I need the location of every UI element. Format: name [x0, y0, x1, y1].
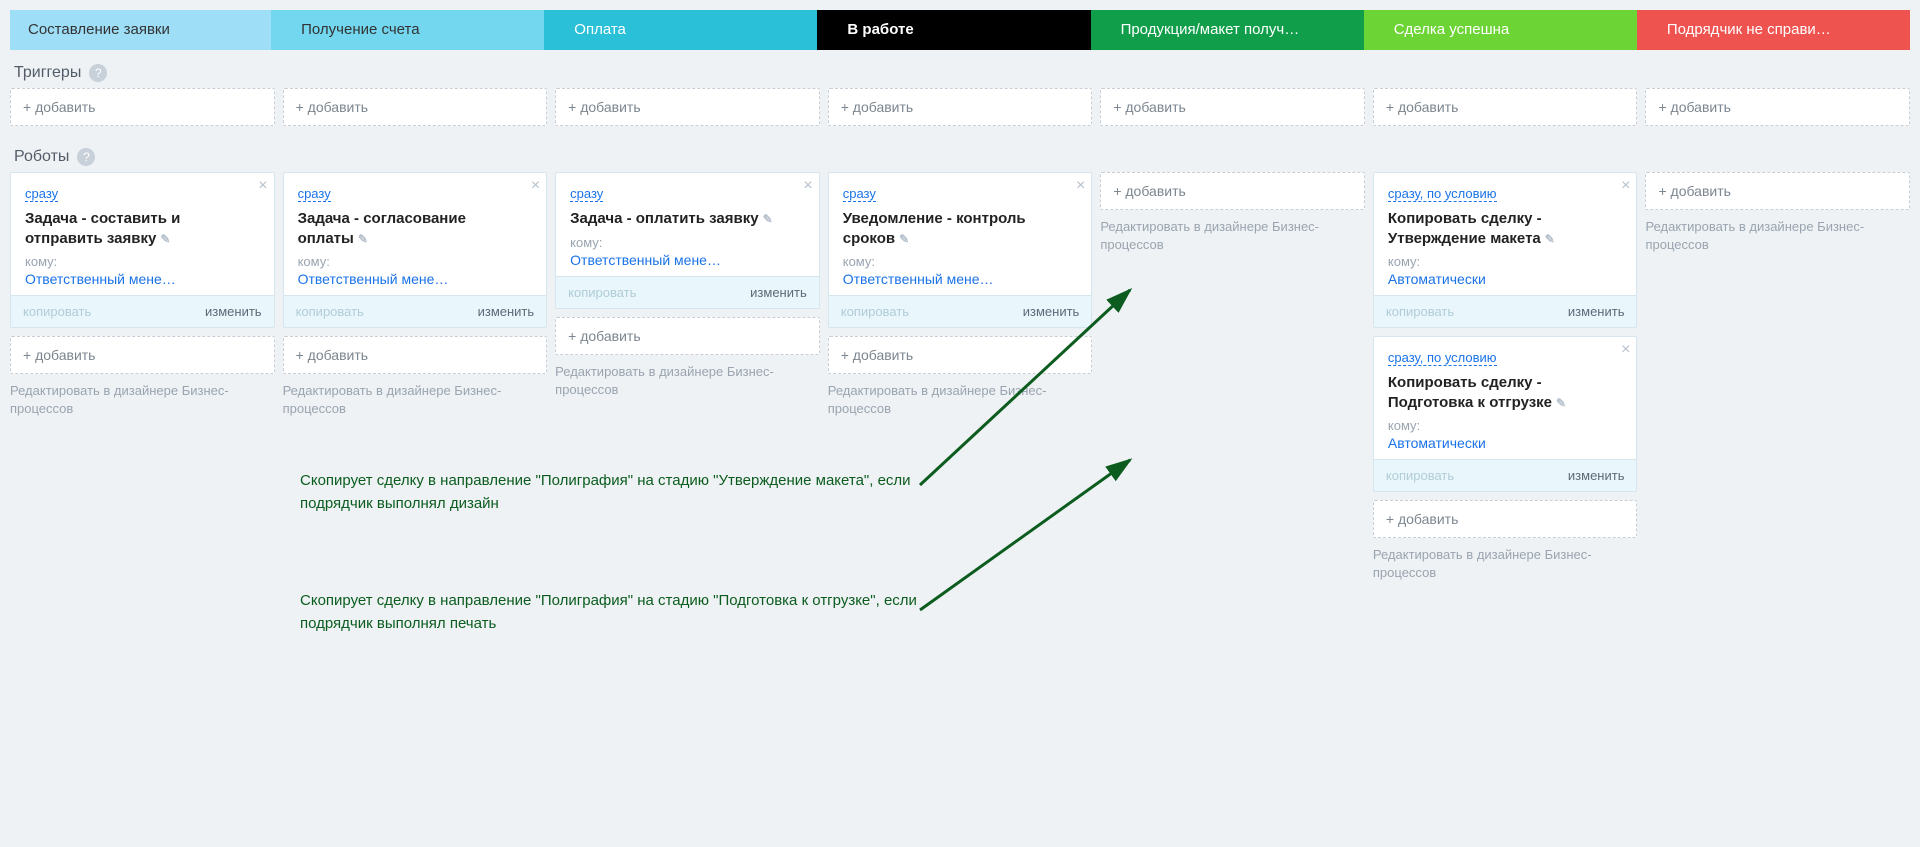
robot-card[interactable]: × сразу Задача - составить и отправить з…	[10, 172, 275, 328]
bp-designer-link[interactable]: Редактировать в дизайнере Бизнес-процесс…	[1100, 218, 1365, 254]
whom-label: кому:	[25, 254, 260, 269]
bp-designer-link[interactable]: Редактировать в дизайнере Бизнес-процесс…	[1645, 218, 1910, 254]
change-link[interactable]: изменить	[1568, 304, 1625, 319]
add-button[interactable]: + добавить	[283, 336, 548, 374]
assignee-link[interactable]: Ответственный мене…	[570, 252, 805, 268]
copy-link[interactable]: копировать	[841, 304, 909, 319]
add-button[interactable]: + добавить	[1100, 88, 1365, 126]
stage[interactable]: Получение счета	[271, 10, 544, 50]
bp-designer-link[interactable]: Редактировать в дизайнере Бизнес-процесс…	[555, 363, 820, 399]
assignee-link[interactable]: Автоматически	[1388, 435, 1623, 451]
assignee-link[interactable]: Ответственный мене…	[843, 271, 1078, 287]
robot-card[interactable]: × сразу Уведомление - контроль сроков✎ к…	[828, 172, 1093, 328]
whom-label: кому:	[570, 235, 805, 250]
add-button[interactable]: + добавить	[1645, 88, 1910, 126]
add-button[interactable]: + добавить	[1645, 172, 1910, 210]
trigger-link[interactable]: сразу, по условию	[1388, 186, 1497, 202]
whom-label: кому:	[843, 254, 1078, 269]
close-icon[interactable]: ×	[803, 177, 812, 195]
add-button[interactable]: + добавить	[10, 336, 275, 374]
annotation-text: Скопирует сделку в направление "Полиграф…	[300, 590, 940, 635]
assignee-link[interactable]: Ответственный мене…	[25, 271, 260, 287]
trigger-link[interactable]: сразу	[25, 186, 58, 202]
pencil-icon[interactable]: ✎	[1556, 396, 1566, 410]
card-title: Задача - оплатить заявку✎	[570, 209, 805, 229]
add-button[interactable]: + добавить	[1373, 88, 1638, 126]
pencil-icon[interactable]: ✎	[763, 212, 773, 226]
trigger-link[interactable]: сразу	[843, 186, 876, 202]
robot-card[interactable]: × сразу Задача - оплатить заявку✎ кому: …	[555, 172, 820, 309]
add-button[interactable]: + добавить	[555, 88, 820, 126]
close-icon[interactable]: ×	[1621, 177, 1630, 195]
stage[interactable]: Составление заявки	[10, 10, 271, 50]
add-button[interactable]: + добавить	[10, 88, 275, 126]
add-button[interactable]: + добавить	[555, 317, 820, 355]
whom-label: кому:	[1388, 418, 1623, 433]
assignee-link[interactable]: Ответственный мене…	[298, 271, 533, 287]
add-button[interactable]: + добавить	[1373, 500, 1638, 538]
trigger-link[interactable]: сразу, по условию	[1388, 350, 1497, 366]
robots-cols: × сразу Задача - составить и отправить з…	[0, 172, 1920, 582]
card-title: Копировать сделку - Подготовка к отгрузк…	[1388, 373, 1623, 412]
robot-card[interactable]: × сразу, по условию Копировать сделку - …	[1373, 172, 1638, 328]
pencil-icon[interactable]: ✎	[899, 232, 909, 246]
copy-link[interactable]: копировать	[568, 285, 636, 300]
bp-designer-link[interactable]: Редактировать в дизайнере Бизнес-процесс…	[283, 382, 548, 418]
close-icon[interactable]: ×	[1076, 177, 1085, 195]
pencil-icon[interactable]: ✎	[1545, 232, 1555, 246]
help-icon[interactable]: ?	[77, 148, 95, 166]
copy-link[interactable]: копировать	[1386, 468, 1454, 483]
card-title: Задача - согласование оплаты✎	[298, 209, 533, 248]
whom-label: кому:	[1388, 254, 1623, 269]
copy-link[interactable]: копировать	[23, 304, 91, 319]
stage[interactable]: Оплата	[544, 10, 817, 50]
trigger-link[interactable]: сразу	[298, 186, 331, 202]
add-button[interactable]: + добавить	[828, 88, 1093, 126]
card-title: Уведомление - контроль сроков✎	[843, 209, 1078, 248]
add-button[interactable]: + добавить	[828, 336, 1093, 374]
add-button[interactable]: + добавить	[1100, 172, 1365, 210]
stage[interactable]: В работе	[817, 10, 1090, 50]
change-link[interactable]: изменить	[205, 304, 262, 319]
bp-designer-link[interactable]: Редактировать в дизайнере Бизнес-процесс…	[10, 382, 275, 418]
close-icon[interactable]: ×	[1621, 341, 1630, 359]
close-icon[interactable]: ×	[531, 177, 540, 195]
robots-header: Роботы ?	[0, 134, 1920, 172]
triggers-header: Триггеры ?	[0, 50, 1920, 88]
help-icon[interactable]: ?	[89, 64, 107, 82]
whom-label: кому:	[298, 254, 533, 269]
stage[interactable]: Сделка успешна	[1364, 10, 1637, 50]
card-title: Копировать сделку - Утверждение макета✎	[1388, 209, 1623, 248]
robot-card[interactable]: × сразу Задача - согласование оплаты✎ ко…	[283, 172, 548, 328]
change-link[interactable]: изменить	[1568, 468, 1625, 483]
assignee-link[interactable]: Автоматически	[1388, 271, 1623, 287]
change-link[interactable]: изменить	[750, 285, 807, 300]
triggers-cols: + добавить+ добавить+ добавить+ добавить…	[0, 88, 1920, 134]
pencil-icon[interactable]: ✎	[160, 232, 170, 246]
card-title: Задача - составить и отправить заявку✎	[25, 209, 260, 248]
add-button[interactable]: + добавить	[283, 88, 548, 126]
stages-row: Составление заявкиПолучение счетаОплатаВ…	[0, 0, 1920, 50]
stage[interactable]: Подрядчик не справи…	[1637, 10, 1910, 50]
pencil-icon[interactable]: ✎	[358, 232, 368, 246]
change-link[interactable]: изменить	[478, 304, 535, 319]
copy-link[interactable]: копировать	[1386, 304, 1454, 319]
copy-link[interactable]: копировать	[296, 304, 364, 319]
robot-card[interactable]: × сразу, по условию Копировать сделку - …	[1373, 336, 1638, 492]
bp-designer-link[interactable]: Редактировать в дизайнере Бизнес-процесс…	[1373, 546, 1638, 582]
stage[interactable]: Продукция/макет получ…	[1091, 10, 1364, 50]
trigger-link[interactable]: сразу	[570, 186, 603, 202]
close-icon[interactable]: ×	[258, 177, 267, 195]
change-link[interactable]: изменить	[1023, 304, 1080, 319]
bp-designer-link[interactable]: Редактировать в дизайнере Бизнес-процесс…	[828, 382, 1093, 418]
